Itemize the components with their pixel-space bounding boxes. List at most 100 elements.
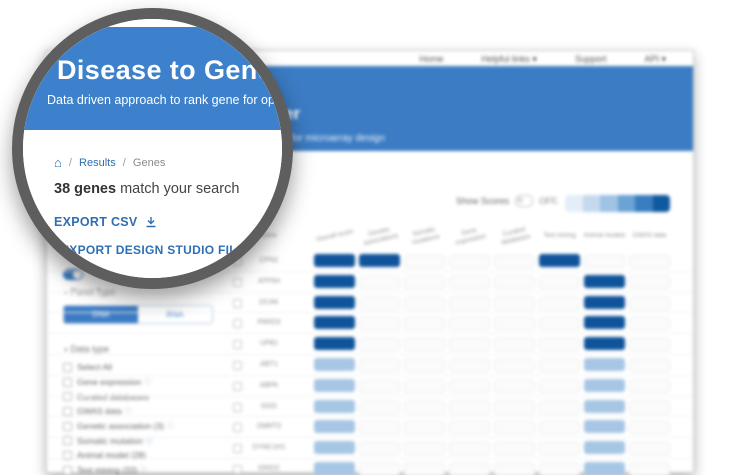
- score-bar: [314, 337, 355, 350]
- row-checkbox[interactable]: [233, 403, 242, 412]
- score-cell-empty: [449, 338, 490, 351]
- score-cell-empty: [629, 359, 670, 372]
- row-checkbox[interactable]: [233, 382, 242, 391]
- score-cell-empty: [494, 359, 535, 372]
- score-cell-empty: [629, 297, 670, 310]
- magnifier-circle: Disease to Gene Data driven approach to …: [12, 8, 293, 289]
- export-csv-button[interactable]: EXPORT CSV: [54, 215, 157, 229]
- column-header-genetic-associations: Genetic associations: [355, 223, 403, 248]
- score-cell-empty: [404, 338, 445, 351]
- legend-segment-1: [583, 195, 601, 212]
- score-bar: [314, 296, 355, 309]
- result-count-line: 38 genes match your search: [54, 181, 239, 197]
- score-cell-empty: [539, 401, 580, 414]
- nav-item-support[interactable]: Support: [575, 54, 607, 64]
- score-cell-empty: [494, 401, 535, 414]
- score-cell-empty: [359, 380, 400, 393]
- score-cell-empty: [629, 255, 670, 268]
- page-subtitle: Data driven approach to rank gene for op: [47, 93, 275, 107]
- breadcrumb-separator: /: [123, 157, 126, 169]
- score-cell-empty: [539, 276, 580, 289]
- export-design-studio-button[interactable]: EXPORT DESIGN STUDIO FILES: [61, 243, 254, 257]
- score-bar: [584, 379, 625, 392]
- show-scores-label: Show Scores: [456, 196, 509, 206]
- score-bar: [314, 358, 355, 371]
- score-cell-empty: [449, 297, 490, 310]
- row-checkbox[interactable]: [233, 299, 242, 308]
- row-checkbox[interactable]: [233, 423, 242, 432]
- score-bar: [584, 296, 625, 309]
- score-cell-empty: [629, 401, 670, 414]
- breadcrumb-current: Genes: [133, 157, 165, 169]
- gene-name: DCAK: [243, 299, 295, 306]
- gene-name: GRID2: [243, 465, 295, 472]
- score-cell-empty: [359, 317, 400, 330]
- column-header-gene-expression: Gene expression: [445, 223, 493, 248]
- score-bar: [314, 420, 355, 433]
- score-cell-empty: [404, 276, 445, 289]
- score-cell-empty: [404, 255, 445, 268]
- score-bar: [359, 254, 400, 267]
- row-checkbox[interactable]: [233, 361, 242, 370]
- legend-segment-0: [565, 195, 583, 212]
- score-cell-empty: [449, 359, 490, 372]
- column-header-somatic-mutations: Somatic mutations: [400, 223, 448, 248]
- score-cell-empty: [359, 359, 400, 372]
- export-csv-label: EXPORT CSV: [54, 215, 138, 229]
- row-checkbox[interactable]: [233, 444, 242, 453]
- score-cell-empty: [494, 380, 535, 393]
- score-bar: [584, 462, 625, 475]
- score-cell-empty: [404, 463, 445, 475]
- score-cell-empty: [449, 317, 490, 330]
- score-cell-empty: [404, 317, 445, 330]
- legend-min-icon: ‹: [555, 198, 558, 208]
- score-bar: [584, 337, 625, 350]
- table-row: PARD3: [47, 313, 693, 334]
- score-cell-empty: [449, 276, 490, 289]
- row-checkbox[interactable]: [233, 319, 242, 328]
- breadcrumb: ⌂ / Results / Genes: [54, 155, 165, 170]
- gene-name: DYNC1H1: [243, 444, 295, 451]
- table-row: DMRT3: [47, 417, 693, 438]
- score-cell-empty: [404, 359, 445, 372]
- column-header-overall-score: Overall score: [311, 227, 358, 245]
- score-cell-empty: [539, 442, 580, 455]
- nav-item-home[interactable]: Home: [419, 54, 443, 64]
- nav-item-api[interactable]: API ▾: [644, 54, 666, 65]
- gene-name: ATP5H: [243, 278, 295, 285]
- home-icon[interactable]: ⌂: [54, 155, 62, 170]
- score-cell-empty: [359, 338, 400, 351]
- gene-name: GGD: [243, 403, 295, 410]
- score-bar: [314, 462, 355, 475]
- score-cell-empty: [404, 442, 445, 455]
- score-cell-empty: [359, 421, 400, 434]
- score-cell-empty: [449, 255, 490, 268]
- gene-name: ABT1: [243, 361, 295, 368]
- gene-name: CPN2: [243, 257, 295, 264]
- score-bar: [314, 275, 355, 288]
- score-cell-empty: [539, 338, 580, 351]
- score-bar: [584, 420, 625, 433]
- row-checkbox[interactable]: [233, 465, 242, 474]
- gene-name: UPB1: [243, 340, 295, 347]
- column-header-gwas-data: GWAS data: [627, 232, 673, 240]
- score-cell-empty: [404, 421, 445, 434]
- score-cell-empty: [539, 380, 580, 393]
- result-count: 38 genes: [54, 181, 116, 197]
- table-row: DCAK: [47, 293, 693, 314]
- gene-name: DMRT3: [243, 423, 295, 430]
- score-cell-empty: [449, 463, 490, 475]
- score-color-legend: [565, 195, 670, 212]
- score-bar: [314, 379, 355, 392]
- row-checkbox[interactable]: [233, 278, 242, 287]
- show-scores-toggle[interactable]: [515, 195, 533, 207]
- score-cell-empty: [404, 297, 445, 310]
- nav-item-helpfullinks[interactable]: Helpful links ▾: [481, 54, 537, 65]
- breadcrumb-results-link[interactable]: Results: [79, 157, 116, 169]
- legend-segment-4: [635, 195, 653, 212]
- score-bar: [539, 254, 580, 267]
- score-cell-empty: [539, 359, 580, 372]
- score-cell-empty: [359, 401, 400, 414]
- row-checkbox[interactable]: [233, 340, 242, 349]
- score-cell-empty: [404, 380, 445, 393]
